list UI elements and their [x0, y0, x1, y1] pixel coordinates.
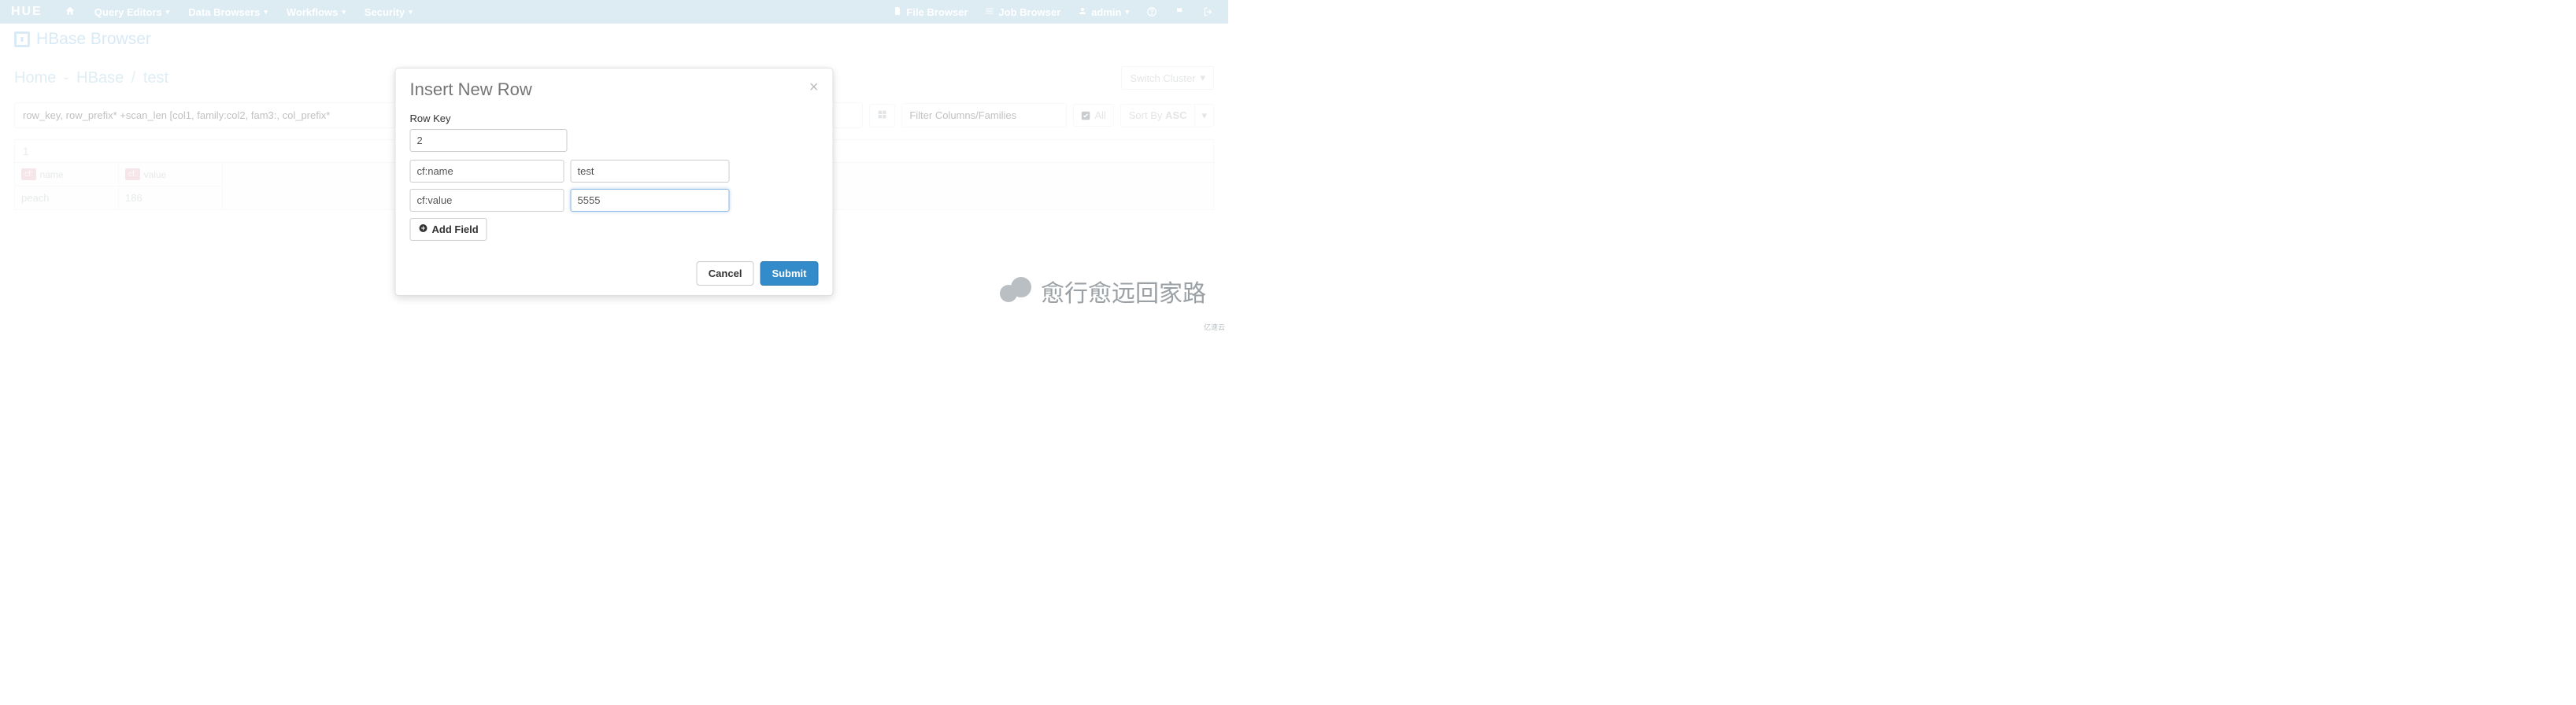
close-icon[interactable]: × [809, 79, 819, 95]
modal-body: Row Key Add Field [396, 103, 833, 252]
add-field-button[interactable]: Add Field [410, 218, 487, 241]
column-name-input[interactable] [410, 160, 564, 183]
field-row [410, 189, 819, 212]
row-key-label: Row Key [410, 113, 819, 124]
insert-row-modal: Insert New Row × Row Key Add Field Cance… [395, 68, 834, 296]
submit-button[interactable]: Submit [760, 261, 818, 286]
column-name-input[interactable] [410, 189, 564, 212]
column-value-input[interactable] [571, 160, 730, 183]
wechat-icon [1000, 277, 1033, 305]
watermark: 愈行愈远回家路 [1000, 274, 1206, 308]
modal-title: Insert New Row [410, 79, 532, 100]
column-value-input[interactable] [571, 189, 730, 212]
corner-tag: 亿速云 [1204, 322, 1225, 332]
row-key-input[interactable] [410, 129, 568, 152]
plus-circle-icon [419, 223, 428, 235]
field-row [410, 160, 819, 183]
modal-header: Insert New Row × [396, 68, 833, 103]
cancel-button[interactable]: Cancel [697, 261, 754, 286]
modal-footer: Cancel Submit [396, 252, 833, 295]
